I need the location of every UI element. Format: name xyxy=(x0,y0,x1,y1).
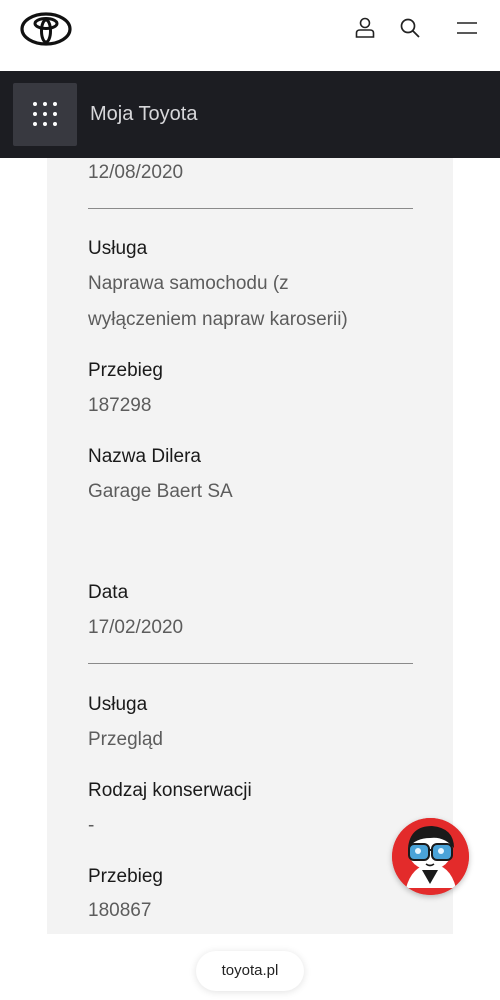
service-label: Usługa xyxy=(88,694,148,715)
service-value-line2: wyłączeniem napraw karoserii) xyxy=(88,309,348,330)
user-icon[interactable] xyxy=(353,16,377,40)
record-date-value: 17/02/2020 xyxy=(88,617,184,638)
date-label: Data xyxy=(88,582,129,603)
maintenance-type-value: - xyxy=(88,815,95,836)
chat-assistant-button[interactable] xyxy=(392,818,469,895)
mileage-label: Przebieg xyxy=(88,360,163,381)
hamburger-menu-icon[interactable] xyxy=(455,16,479,40)
moja-toyota-bar xyxy=(0,71,500,158)
maintenance-type-label: Rodzaj konserwacji xyxy=(88,780,252,801)
mileage-value: 180867 xyxy=(88,900,152,921)
page-title: Moja Toyota xyxy=(90,103,198,125)
mileage-label: Przebieg xyxy=(88,866,163,887)
apps-grid-button[interactable] xyxy=(13,83,77,146)
service-label: Usługa xyxy=(88,238,148,259)
mileage-value: 187298 xyxy=(88,395,152,416)
search-icon[interactable] xyxy=(398,16,422,40)
record-date-value: 12/08/2020 xyxy=(88,162,184,183)
divider xyxy=(88,663,413,664)
grid-dots-icon xyxy=(33,102,57,126)
dealer-value: Garage Baert SA xyxy=(88,481,233,502)
top-bar xyxy=(0,0,500,71)
dealer-label: Nazwa Dilera xyxy=(88,446,201,467)
service-value: Przegląd xyxy=(88,729,163,750)
toyota-pl-link[interactable]: toyota.pl xyxy=(196,951,304,991)
divider xyxy=(88,208,413,209)
service-value-line1: Naprawa samochodu (z xyxy=(88,273,289,294)
chat-assistant-avatar-icon xyxy=(392,818,469,895)
toyota-logo-icon[interactable] xyxy=(20,12,72,46)
